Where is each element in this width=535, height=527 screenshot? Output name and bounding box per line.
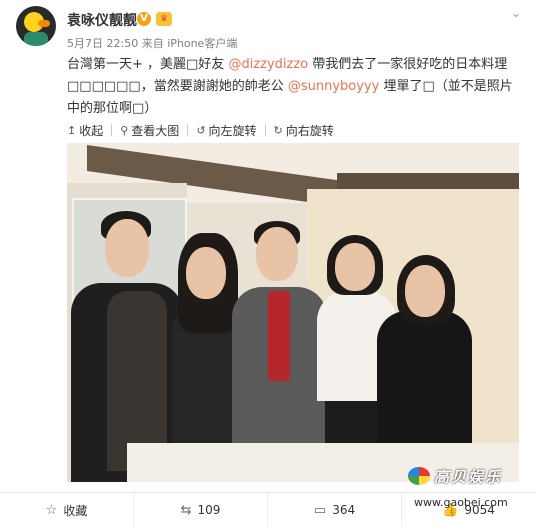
username[interactable]: 袁咏仪靓靓 — [67, 10, 137, 30]
rotate-right-button[interactable]: ↻ 向右旋转 — [274, 122, 334, 139]
photo-wood-beam — [337, 173, 519, 189]
magnifier-icon: ⚲ — [120, 123, 129, 137]
watermark-logo-icon — [408, 467, 430, 485]
weibo-post: 袁咏仪靓靓 V ♛ ⌄ 5月7日 22:50 来自 iPhone客户端 台灣第一… — [0, 0, 535, 527]
rotate-left-label: 向左旋转 — [208, 123, 257, 138]
divider — [187, 124, 189, 136]
mention-link[interactable]: @sunnyboyyy — [288, 79, 379, 94]
post-timestamp[interactable]: 5月7日 22:50 — [67, 37, 138, 50]
comment-count: 364 — [332, 503, 356, 517]
comment-button[interactable]: ▭ 364 — [268, 493, 402, 527]
photo-person — [67, 211, 187, 482]
view-large-button[interactable]: ⚲ 查看大图 — [120, 122, 179, 139]
post-photo[interactable] — [67, 143, 519, 482]
avatar-duck-shirt — [24, 32, 48, 46]
repost-button[interactable]: ⇆ 109 — [134, 493, 268, 527]
view-large-label: 查看大图 — [131, 123, 180, 138]
rotate-left-icon: ↺ — [196, 123, 206, 137]
watermark-url: www.gaobei.com — [414, 496, 508, 509]
favorite-button[interactable]: ☆ 收藏 — [0, 493, 134, 527]
post-meta: 5月7日 22:50 来自 iPhone客户端 — [67, 35, 237, 51]
post-text: 台灣第一天+ ，美麗□好友 @dizzydizzo 帶我們去了一家很好吃的日本料… — [67, 54, 519, 120]
repost-icon: ⇆ — [180, 502, 192, 518]
avatar[interactable] — [16, 6, 56, 46]
collapse-icon: ↥ — [67, 123, 77, 137]
watermark-logo: 高贝娱乐 — [408, 465, 522, 489]
verified-badge-icon[interactable]: V — [137, 12, 151, 26]
divider — [264, 124, 266, 136]
member-crown-icon[interactable]: ♛ — [156, 12, 172, 26]
media-toolbar: ↥ 收起 ⚲ 查看大图 ↺ 向左旋转 ↻ 向右旋转 — [67, 120, 342, 140]
repost-count: 109 — [197, 503, 221, 517]
favorite-label: 收藏 — [63, 503, 88, 518]
divider — [111, 124, 113, 136]
post-text-part: 台灣第一天+ ，美麗□好友 — [67, 57, 229, 72]
avatar-duck-beak — [38, 20, 50, 27]
rotate-right-label: 向右旋转 — [285, 123, 334, 138]
star-icon: ☆ — [45, 502, 58, 518]
comment-icon: ▭ — [313, 502, 327, 518]
collapse-button[interactable]: ↥ 收起 — [67, 122, 103, 139]
chevron-down-icon[interactable]: ⌄ — [511, 6, 521, 20]
collapse-label: 收起 — [79, 123, 104, 138]
rotate-right-icon: ↻ — [273, 123, 283, 137]
mention-link[interactable]: @dizzydizzo — [228, 57, 308, 72]
post-source: 来自 iPhone客户端 — [141, 37, 238, 50]
rotate-left-button[interactable]: ↺ 向左旋转 — [196, 122, 256, 139]
